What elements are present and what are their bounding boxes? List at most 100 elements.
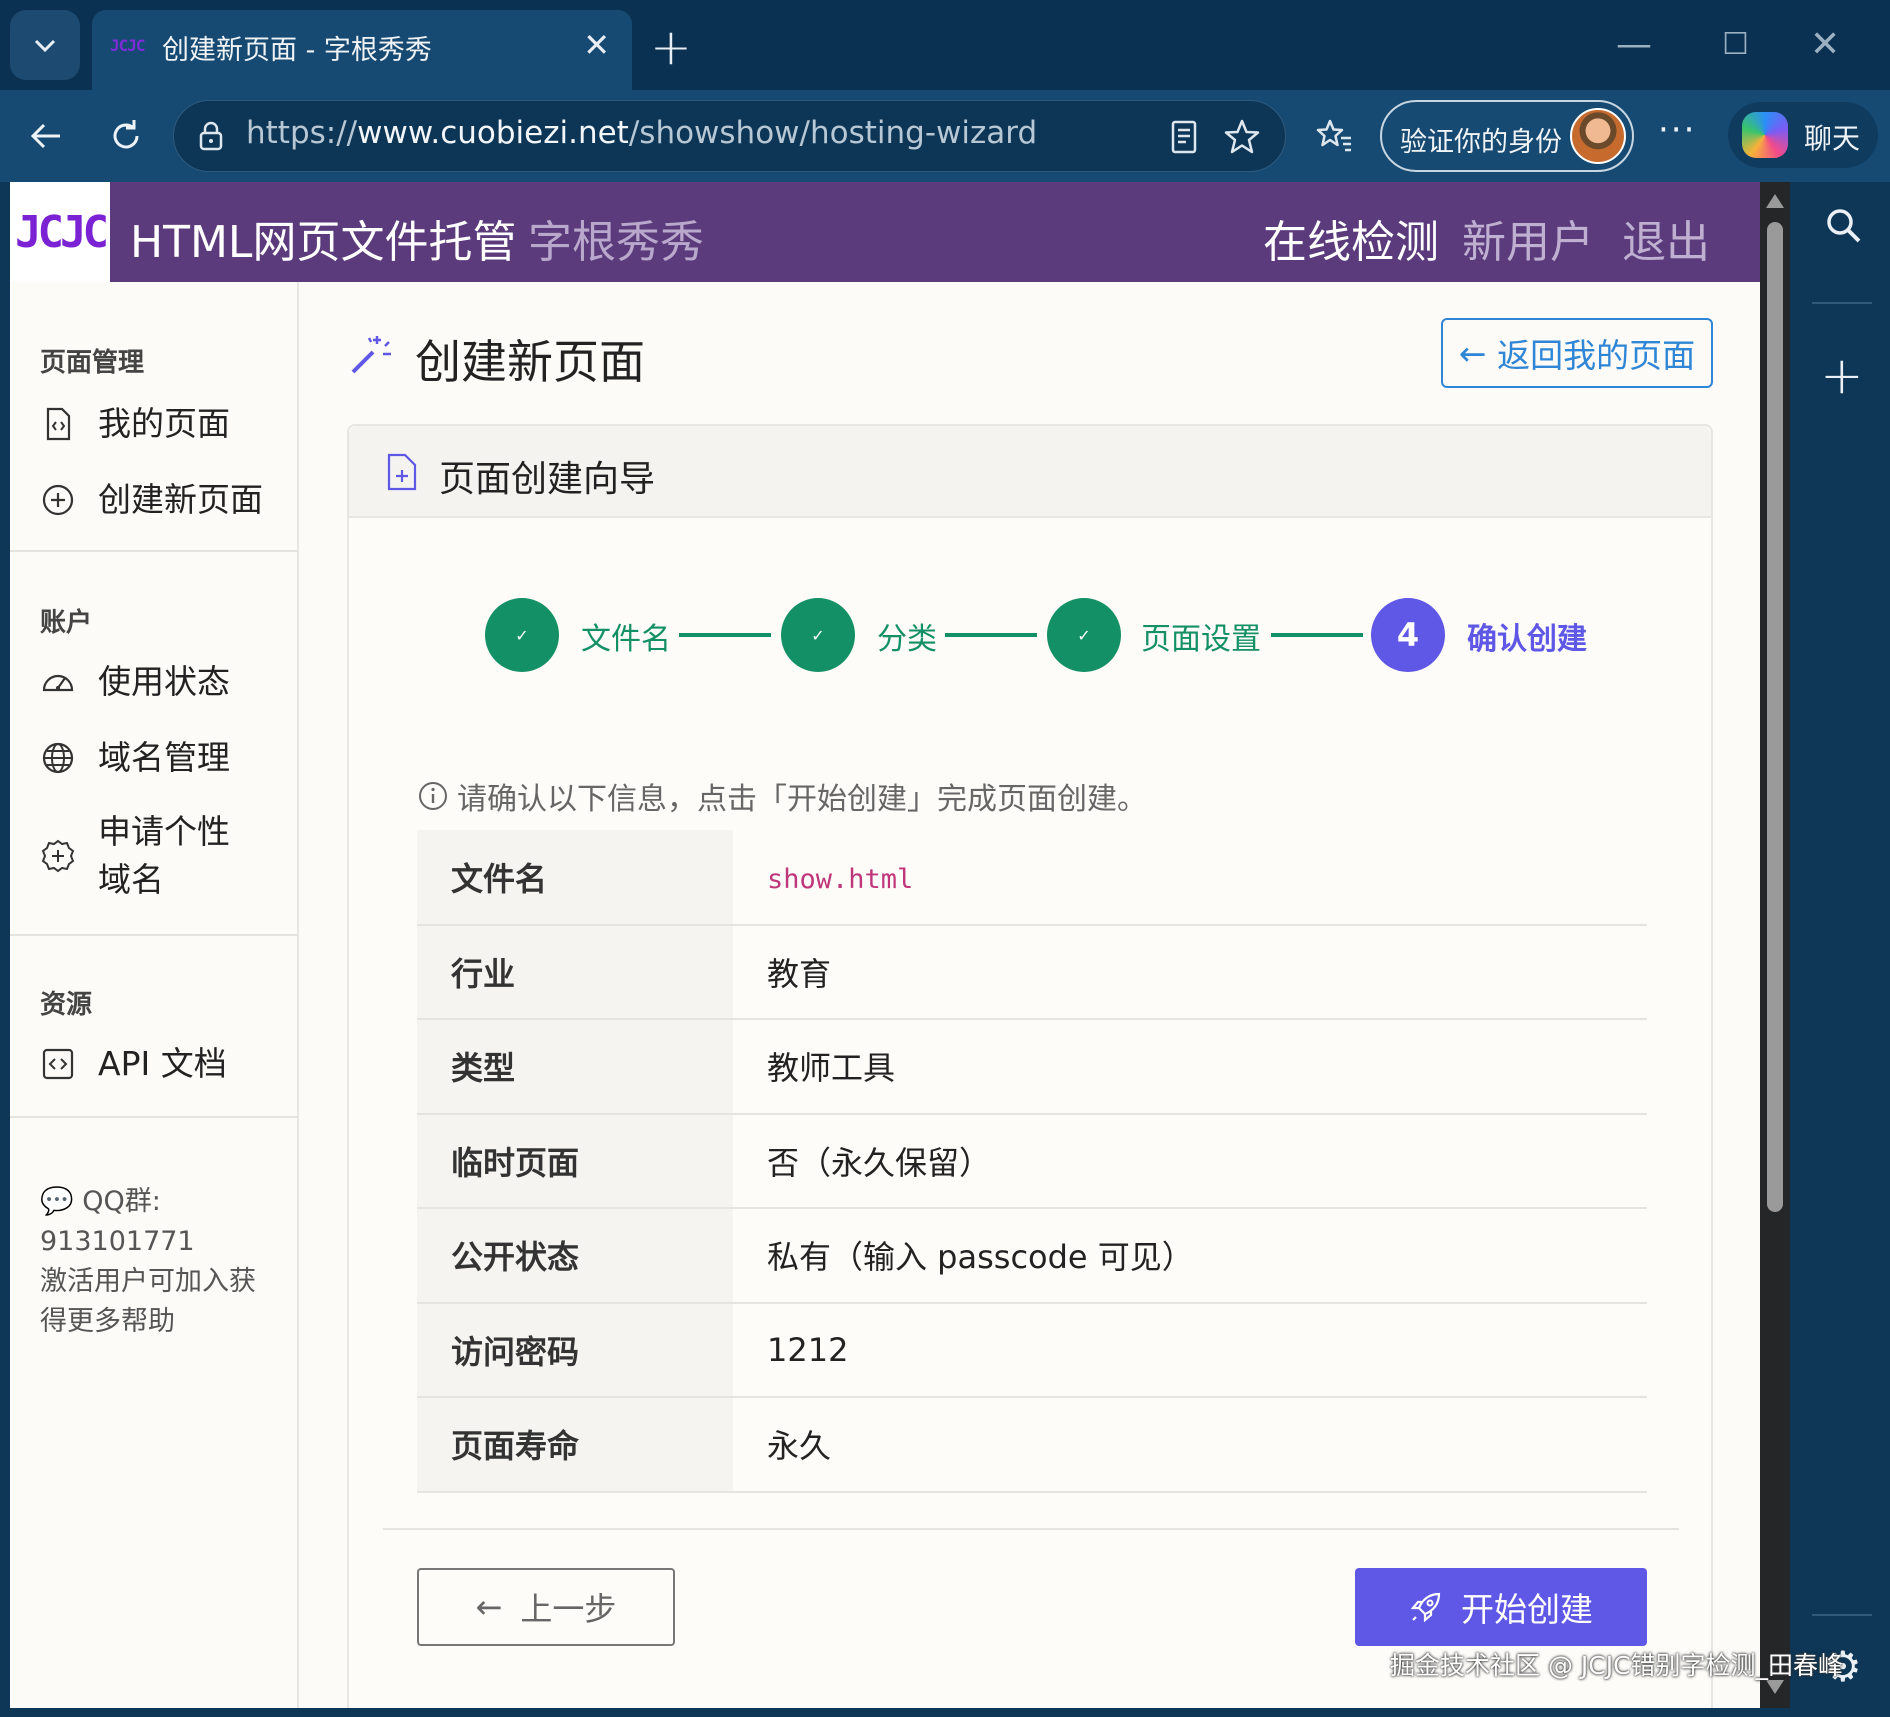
left-sidebar: 页面管理 我的页面 创建新页面 账户 使用状态 域名管理 申请个性域名 资源 A… <box>10 282 299 1708</box>
chat-bubble-icon: 💬 <box>40 1186 74 1217</box>
back-to-my-pages-button[interactable]: ← 返回我的页面 <box>1441 318 1713 388</box>
sidebar-item-custom-domain[interactable]: 申请个性域名 <box>40 804 258 908</box>
window-close-icon[interactable]: ✕ <box>1810 20 1840 70</box>
nav-logout[interactable]: 退出 <box>1622 206 1710 270</box>
row-key: 页面寿命 <box>417 1397 733 1493</box>
sidebar-item-label: 使用状态 <box>98 662 230 701</box>
scroll-up-icon[interactable] <box>1766 194 1784 208</box>
section-page-management: 页面管理 <box>40 348 145 378</box>
copilot-chat-button[interactable]: 聊天 <box>1728 102 1878 168</box>
sidebar-item-label: 创建新页面 <box>98 480 263 519</box>
lock-icon[interactable] <box>194 119 228 153</box>
sidebar-item-my-pages[interactable]: 我的页面 <box>40 396 230 452</box>
row-value: 否（永久保留） <box>733 1113 1647 1209</box>
row-key: 访问密码 <box>417 1302 733 1398</box>
info-message: 请确认以下信息，点击「开始创建」完成页面创建。 <box>417 774 1147 818</box>
star-icon[interactable] <box>1222 117 1262 157</box>
tab-list-button[interactable] <box>10 10 80 80</box>
card-title: 页面创建向导 <box>439 459 656 500</box>
arrow-left-icon: ← <box>1458 333 1487 373</box>
minimize-icon[interactable]: — <box>1616 20 1652 70</box>
qq-group-info: 💬 QQ群: 913101771 激活用户可加入获得更多帮助 <box>40 1182 280 1342</box>
sidebar-item-label: 我的页面 <box>98 404 230 443</box>
magic-wand-icon <box>351 336 391 374</box>
sidebar-divider <box>10 550 299 552</box>
card-divider <box>383 1528 1679 1530</box>
more-icon[interactable]: ··· <box>1658 110 1696 150</box>
search-icon[interactable] <box>1824 206 1864 246</box>
table-row: 临时页面 否（永久保留） <box>417 1113 1647 1209</box>
tab-title: 创建新页面 - 字根秀秀 <box>162 35 432 66</box>
row-key: 文件名 <box>417 830 733 926</box>
check-icon: ✓ <box>811 625 825 645</box>
watermark-text: 掘金技术社区 @ JCJC错别字检测_田春峰 <box>1390 1651 1844 1680</box>
qq-number[interactable]: 913101771 <box>40 1222 280 1262</box>
table-row: 访问密码 1212 <box>417 1302 1647 1398</box>
nav-new-user[interactable]: 新用户 <box>1462 206 1594 270</box>
add-plus-icon[interactable]: + <box>1820 350 1864 402</box>
site-logo[interactable]: JCJC <box>10 182 110 282</box>
sidebar-divider <box>10 1116 299 1118</box>
scroll-down-icon[interactable] <box>1766 1680 1784 1694</box>
refresh-icon[interactable] <box>98 108 154 164</box>
url-text[interactable]: https://www.cuobiezi.net/showshow/hostin… <box>246 115 1037 151</box>
verify-identity-button[interactable]: 验证你的身份 <box>1380 100 1634 172</box>
step-1-label: 文件名 <box>581 622 671 657</box>
previous-step-button[interactable]: ← 上一步 <box>417 1568 675 1646</box>
browser-sidebar-rail: + ⚙ <box>1790 182 1890 1717</box>
check-icon: ✓ <box>1077 625 1091 645</box>
step-2-label: 分类 <box>877 622 937 657</box>
scroll-thumb[interactable] <box>1767 222 1783 1212</box>
table-row: 类型 教师工具 <box>417 1019 1647 1115</box>
avatar <box>1570 108 1626 164</box>
step-3-circle: ✓ <box>1047 598 1121 672</box>
speedometer-icon <box>42 674 74 692</box>
row-value: 永久 <box>733 1397 1647 1493</box>
step-connector <box>679 633 771 637</box>
page-scrollbar[interactable] <box>1760 182 1790 1708</box>
row-value: 教师工具 <box>733 1019 1647 1115</box>
tab-favicon: JCJC <box>110 36 146 55</box>
sidebar-item-domains[interactable]: 域名管理 <box>40 730 230 786</box>
step-connector <box>1271 633 1363 637</box>
confirmation-table: 文件名 show.html 行业 教育 类型 教师工具 临时页面 否（永久保留） 公开状… <box>417 830 1647 1493</box>
new-tab-plus-icon[interactable]: + <box>650 12 692 82</box>
sidebar-item-usage[interactable]: 使用状态 <box>40 654 230 710</box>
sidebar-item-create-page[interactable]: 创建新页面 <box>40 472 263 528</box>
row-key: 类型 <box>417 1019 733 1115</box>
row-value: 私有（输入 passcode 可见） <box>733 1208 1647 1304</box>
table-row: 页面寿命 永久 <box>417 1397 1647 1493</box>
qq-line: 💬 QQ群: <box>40 1182 280 1222</box>
verify-label: 验证你的身份 <box>1400 127 1562 158</box>
sidebar-item-api-docs[interactable]: API 文档 <box>40 1036 227 1092</box>
back-arrow-icon[interactable] <box>18 108 74 164</box>
step-3-label: 页面设置 <box>1141 622 1261 657</box>
row-value: 教育 <box>733 924 1647 1020</box>
section-resources: 资源 <box>40 990 93 1020</box>
page-title: 创建新页面 <box>415 335 645 389</box>
copilot-icon <box>1742 112 1788 158</box>
row-key: 行业 <box>417 924 733 1020</box>
site-subtitle: 字根秀秀 <box>528 217 704 268</box>
nav-online-check[interactable]: 在线检测 <box>1263 206 1439 270</box>
browser-toolbar: https://www.cuobiezi.net/showshow/hostin… <box>0 90 1890 182</box>
info-text: 请确认以下信息，点击「开始创建」完成页面创建。 <box>457 782 1147 817</box>
browser-tab-active[interactable]: JCJC 创建新页面 - 字根秀秀 ✕ <box>92 10 632 90</box>
rail-divider <box>1812 302 1872 304</box>
table-row: 行业 教育 <box>417 924 1647 1020</box>
step-1-circle: ✓ <box>485 598 559 672</box>
filename-code: show.html <box>767 863 914 895</box>
start-create-button[interactable]: 开始创建 <box>1355 1568 1647 1646</box>
maximize-icon[interactable]: ☐ <box>1722 20 1749 70</box>
reader-icon[interactable] <box>1164 117 1204 157</box>
sidebar-divider <box>10 934 299 936</box>
close-tab-icon[interactable]: ✕ <box>583 26 610 64</box>
check-icon: ✓ <box>515 625 529 645</box>
site-title[interactable]: HTML网页文件托管 <box>130 206 516 270</box>
info-circle-icon <box>419 782 447 810</box>
sidebar-item-label: 域名管理 <box>98 738 230 777</box>
address-bar[interactable]: https://www.cuobiezi.net/showshow/hostin… <box>173 100 1286 172</box>
favorites-icon[interactable] <box>1314 116 1354 156</box>
wizard-card: 页面创建向导 ✓ 文件名 ✓ 分类 ✓ 页面设置 4 确认创建 请确认以下信息，… <box>347 424 1713 1708</box>
sidebar-item-label: API 文档 <box>98 1044 227 1083</box>
